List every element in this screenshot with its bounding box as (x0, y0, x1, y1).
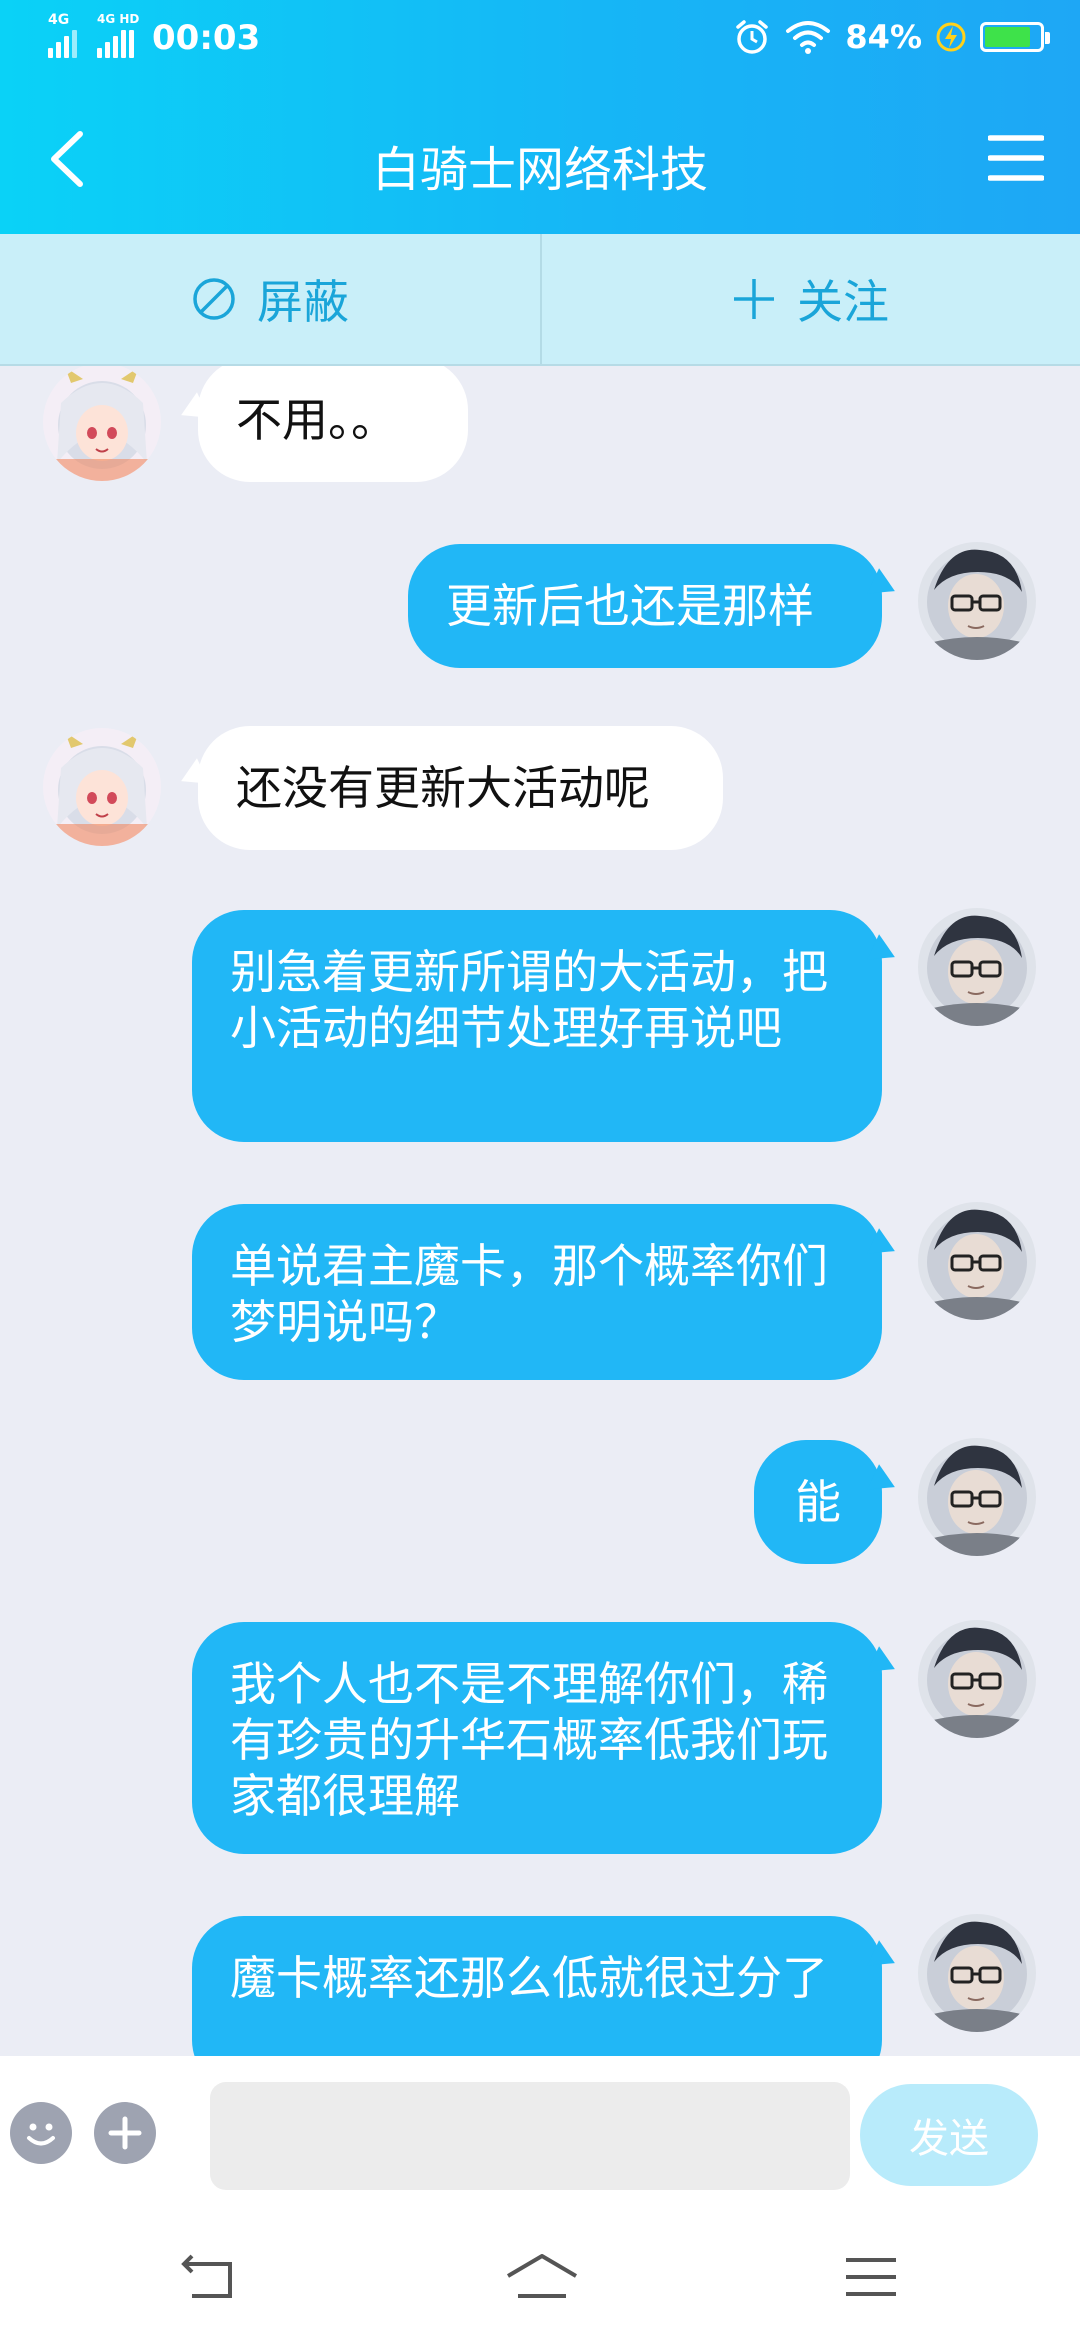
message-text: 魔卡概率还那么低就很过分了 (230, 1951, 828, 2005)
anime-girl-avatar-icon (43, 366, 161, 481)
message-list[interactable]: 不用。。 更新后也还是那样 还没有更新大活动呢 别急着更新所谓的大活动，把小活动… (0, 366, 1080, 2056)
message-bubble[interactable]: 我个人也不是不理解你们，稀有珍贵的升华石概率低我们玩家都很理解 (192, 1622, 882, 1854)
network-type-2: 4G HD (97, 12, 140, 26)
boy-glasses-avatar-icon (918, 1914, 1036, 2032)
contact-avatar[interactable] (43, 728, 161, 846)
anime-girl-avatar-icon (43, 728, 161, 846)
message-text: 别急着更新所谓的大活动，把小活动的细节处理好再说吧 (230, 945, 828, 1055)
system-nav-bar (0, 2206, 1080, 2340)
emoji-button[interactable] (10, 2102, 72, 2164)
contact-avatar[interactable] (43, 366, 161, 481)
follow-button[interactable]: 关注 (540, 234, 1080, 364)
menu-icon[interactable] (988, 130, 1044, 186)
message-text: 能 (795, 1475, 841, 1529)
system-back-icon[interactable] (178, 2254, 238, 2300)
my-avatar[interactable] (918, 1202, 1036, 1320)
send-button[interactable]: 发送 (860, 2084, 1038, 2186)
message-input[interactable] (210, 2082, 850, 2190)
page-title: 白骑士网络科技 (371, 142, 708, 198)
message-bubble[interactable]: 还没有更新大活动呢 (198, 726, 723, 850)
composer-bar: 发送 (0, 2056, 1080, 2206)
boy-glasses-avatar-icon (918, 1202, 1036, 1320)
boy-glasses-avatar-icon (918, 908, 1036, 1026)
plus-icon (108, 2116, 142, 2150)
message-bubble[interactable]: 能 (754, 1440, 882, 1564)
boy-glasses-avatar-icon (918, 542, 1036, 660)
follow-label: 关注 (797, 275, 889, 329)
block-icon (193, 278, 235, 320)
message-text: 还没有更新大活动呢 (236, 761, 650, 815)
my-avatar[interactable] (918, 908, 1036, 1026)
message-text: 更新后也还是那样 (446, 579, 814, 633)
charging-icon (936, 22, 966, 52)
wifi-icon (786, 21, 831, 54)
message-bubble[interactable]: 魔卡概率还那么低就很过分了 (192, 1916, 882, 2056)
cell-signal-icon: 4G (48, 12, 77, 58)
action-bar: 屏蔽 关注 (0, 234, 1080, 366)
message-text: 我个人也不是不理解你们，稀有珍贵的升华石概率低我们玩家都很理解 (230, 1657, 828, 1823)
my-avatar[interactable] (918, 1914, 1036, 2032)
system-menu-icon[interactable] (844, 2254, 898, 2300)
message-bubble[interactable]: 更新后也还是那样 (408, 544, 882, 668)
cell-signal-2-icon: 4G HD (97, 12, 139, 58)
plus-icon (734, 279, 774, 319)
message-bubble[interactable]: 单说君主魔卡，那个概率你们梦明说吗？ (192, 1204, 882, 1380)
emoji-icon (27, 2123, 55, 2146)
alarm-icon (736, 20, 769, 54)
message-text: 单说君主魔卡，那个概率你们梦明说吗？ (230, 1239, 828, 1349)
block-button[interactable]: 屏蔽 (0, 234, 540, 364)
status-time: 00:03 (152, 18, 261, 58)
my-avatar[interactable] (918, 1620, 1036, 1738)
status-bar: 4G 4G HD 00:03 84% (0, 0, 1080, 84)
header-bar: 4G 4G HD 00:03 84% 白骑士网络科技 (0, 0, 1080, 234)
my-avatar[interactable] (918, 542, 1036, 660)
boy-glasses-avatar-icon (918, 1438, 1036, 1556)
message-bubble[interactable]: 别急着更新所谓的大活动，把小活动的细节处理好再说吧 (192, 910, 882, 1142)
boy-glasses-avatar-icon (918, 1620, 1036, 1738)
block-label: 屏蔽 (257, 275, 349, 329)
nav-bar: 白骑士网络科技 (0, 84, 1080, 234)
battery-icon (980, 22, 1050, 52)
message-bubble[interactable]: 不用。。 (198, 366, 468, 482)
my-avatar[interactable] (918, 1438, 1036, 1556)
system-home-icon[interactable] (506, 2254, 578, 2300)
network-type-1: 4G (48, 12, 70, 28)
more-button[interactable] (94, 2102, 156, 2164)
message-text: 不用。。 (236, 393, 397, 447)
battery-percent: 84% (845, 18, 922, 56)
